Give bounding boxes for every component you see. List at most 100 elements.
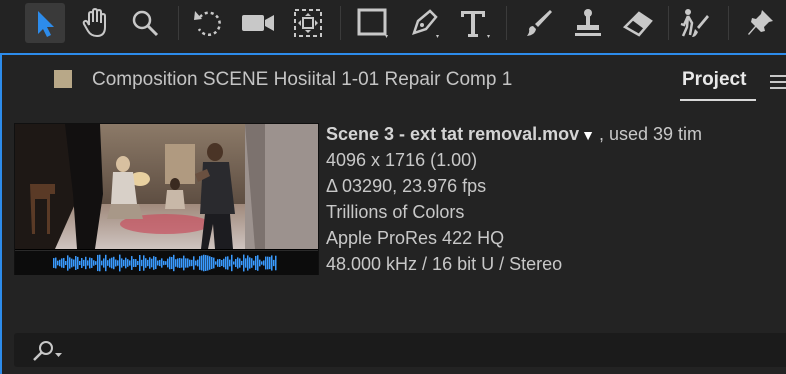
waveform-bar	[261, 261, 263, 265]
waveform-bar	[135, 259, 137, 267]
waveform-bar	[147, 259, 149, 267]
zoom-magnifier-icon	[132, 10, 159, 37]
waveform-bar	[207, 255, 209, 271]
waveform-bar	[61, 258, 63, 268]
waveform-bar	[193, 256, 195, 270]
waveform-bar	[137, 260, 139, 266]
waveform-bar	[59, 259, 61, 267]
waveform-bar	[113, 256, 115, 270]
pan-behind-tool-button[interactable]	[288, 3, 328, 43]
rectangle-tool-button[interactable]	[352, 3, 392, 43]
waveform-bar	[187, 258, 189, 268]
waveform-bar	[219, 258, 221, 268]
waveform-bar	[259, 259, 261, 267]
rotate-icon	[194, 11, 221, 36]
waveform-bar	[209, 256, 211, 270]
waveform-bar	[79, 260, 81, 266]
waveform-bar	[83, 259, 85, 267]
waveform-bar	[63, 257, 65, 269]
waveform-bar	[123, 259, 125, 267]
waveform-bar	[117, 260, 119, 266]
waveform-bar	[145, 258, 147, 268]
type-tool-button[interactable]	[454, 3, 494, 43]
waveform-bar	[225, 256, 227, 270]
footage-usage: , used 39 tim	[598, 124, 703, 144]
waveform-bar	[257, 255, 259, 271]
waveform-bar	[107, 260, 109, 266]
waveform-bar	[245, 258, 247, 268]
project-search-input[interactable]	[14, 333, 786, 367]
tab-project[interactable]: Project	[682, 69, 746, 91]
waveform-bar	[213, 257, 215, 269]
waveform-bar	[129, 260, 131, 266]
waveform-bar	[93, 260, 95, 266]
zoom-tool-button[interactable]	[125, 3, 165, 43]
camera-tool-button[interactable]	[238, 3, 278, 43]
project-panel: Composition SCENE Hosiital 1-01 Repair C…	[0, 53, 786, 374]
footage-audio: 48.000 kHz / 16 bit U / Stereo	[326, 254, 563, 274]
brush-tool-button[interactable]	[518, 3, 558, 43]
rotate-tool-button[interactable]	[188, 3, 228, 43]
waveform-bar	[131, 256, 133, 270]
waveform-bar	[127, 259, 129, 267]
waveform-bar	[85, 256, 87, 270]
waveform-bar	[185, 258, 187, 268]
waveform-bar	[217, 259, 219, 267]
search-icon	[33, 341, 62, 361]
waveform-bar	[215, 261, 217, 265]
waveform-bar	[251, 258, 253, 268]
waveform-bar	[269, 256, 271, 270]
waveform-bar	[253, 260, 255, 266]
roto-brush-tool-button[interactable]	[676, 3, 716, 43]
selection-tool-button[interactable]	[25, 3, 65, 43]
panel-menu-icon[interactable]	[770, 75, 786, 93]
clone-stamp-icon	[575, 9, 601, 36]
waveform-bar	[121, 258, 123, 268]
puppet-pin-icon	[748, 10, 773, 35]
waveform-bar	[175, 259, 177, 267]
dropdown-triangle-icon[interactable]: ▼	[581, 122, 595, 148]
waveform-bar	[169, 256, 171, 270]
pen-tool-button[interactable]	[404, 3, 444, 43]
footage-name[interactable]: Scene 3 - ext tat removal.mov	[326, 124, 579, 144]
waveform-bar	[183, 255, 185, 271]
type-icon	[461, 11, 490, 38]
waveform-bar	[155, 256, 157, 270]
waveform-bar	[67, 255, 69, 271]
waveform-bar	[71, 258, 73, 268]
waveform-bar	[81, 258, 83, 268]
waveform-bar	[203, 254, 205, 272]
waveform-bar	[239, 258, 241, 268]
clone-stamp-tool-button[interactable]	[568, 3, 608, 43]
rectangle-icon	[357, 8, 388, 38]
waveform-bar	[267, 256, 269, 270]
waveform-bar	[231, 254, 233, 272]
waveform-bar	[69, 257, 71, 269]
puppet-pin-tool-button[interactable]	[740, 3, 780, 43]
composition-color-swatch[interactable]	[54, 70, 72, 88]
waveform-bar	[159, 259, 161, 267]
waveform-bar	[199, 256, 201, 270]
waveform-bar	[153, 256, 155, 270]
waveform-bar	[195, 260, 197, 266]
waveform-bar	[229, 259, 231, 267]
waveform-bar	[163, 260, 165, 266]
waveform-bar	[97, 254, 99, 272]
waveform-bar	[151, 258, 153, 268]
eraser-tool-button[interactable]	[618, 3, 658, 43]
waveform-bar	[73, 259, 75, 267]
waveform-bar	[77, 256, 79, 270]
footage-dimensions: 4096 x 1716 (1.00)	[326, 150, 478, 170]
waveform-bar	[87, 260, 89, 266]
waveform-bar	[191, 259, 193, 267]
hand-tool-button[interactable]	[75, 3, 115, 43]
brush-icon	[527, 10, 552, 36]
waveform-bar	[99, 254, 101, 272]
pen-icon	[412, 9, 439, 38]
waveform-bar	[139, 255, 141, 271]
waveform-bar	[125, 257, 127, 269]
camera-icon	[242, 15, 274, 31]
waveform-bar	[149, 257, 151, 269]
waveform-bar	[141, 259, 143, 267]
waveform-bar	[109, 258, 111, 268]
